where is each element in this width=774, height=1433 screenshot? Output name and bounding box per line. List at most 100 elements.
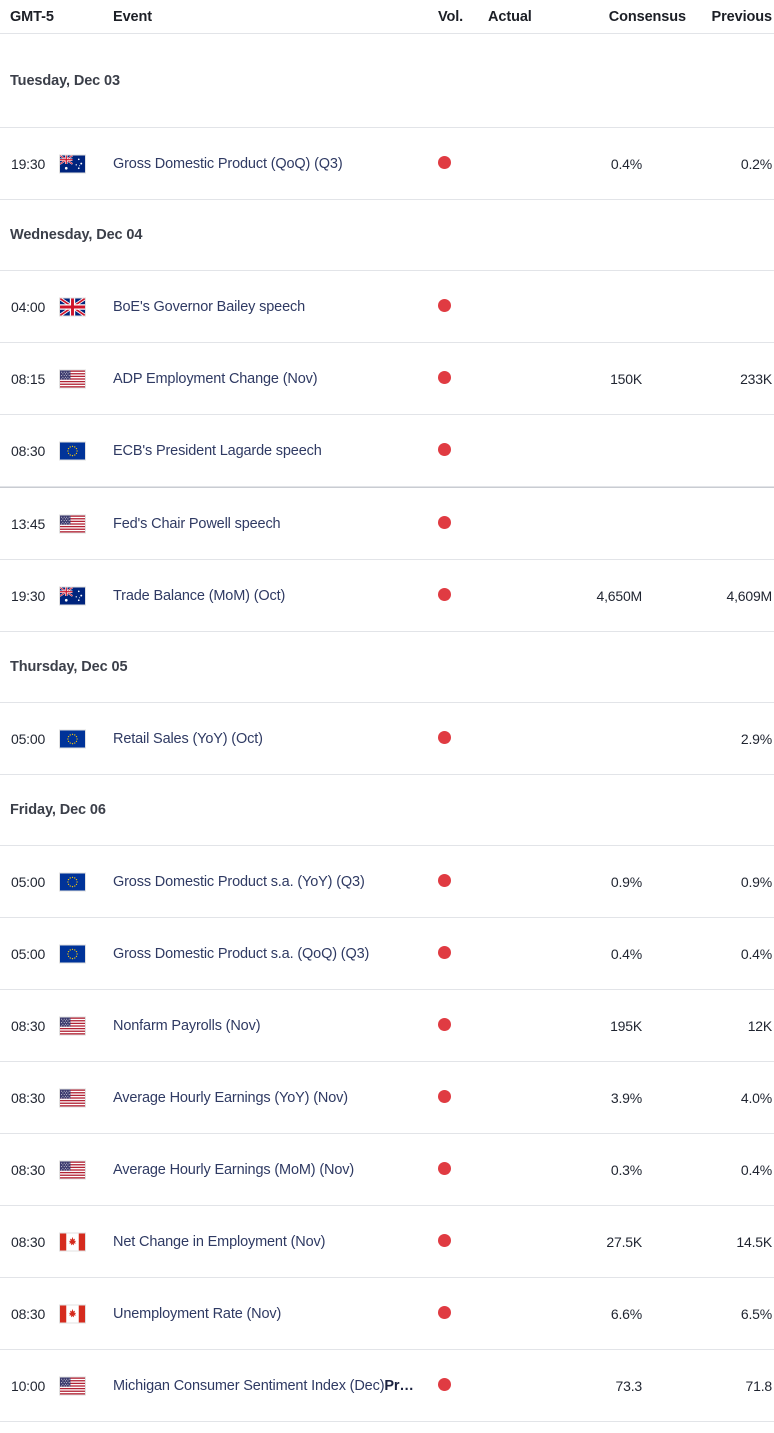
calendar-event-row[interactable]: 08:30 Unemployment Rate (Nov) 6.6% 6.5%	[0, 1278, 774, 1350]
event-name-link[interactable]: BoE's Governor Bailey speech	[113, 299, 305, 315]
flag-united-states-icon	[59, 1376, 86, 1395]
calendar-event-row[interactable]: 08:30	[0, 990, 774, 1062]
event-name-link[interactable]: ADP Employment Change (Nov)	[113, 371, 317, 387]
event-time: 19:30	[11, 587, 46, 604]
calendar-event-row[interactable]: 08:30	[0, 1134, 774, 1206]
event-name-link[interactable]: Gross Domestic Product s.a. (QoQ) (Q3)	[113, 946, 369, 962]
volatility-indicator-high	[438, 298, 454, 315]
event-previous-value: 2.9%	[740, 730, 772, 747]
calendar-event-row[interactable]: 08:15 ADP Employment Change (Nov) 150K 2…	[0, 343, 774, 415]
volatility-indicator-high	[438, 587, 454, 604]
event-time: 05:00	[11, 730, 46, 747]
event-name-suffix: Pr…	[384, 1377, 414, 1394]
volatility-indicator-high	[438, 442, 454, 459]
event-consensus-value: 0.9%	[610, 873, 642, 890]
calendar-event-row[interactable]: 04:00 BoE's Governor Bailey speech	[0, 271, 774, 343]
event-name-link[interactable]: Average Hourly Earnings (YoY) (Nov)	[113, 1090, 348, 1106]
event-name-link[interactable]: ECB's President Lagarde speech	[113, 443, 322, 459]
volatility-dot	[438, 730, 451, 744]
volatility-dot	[438, 1305, 451, 1319]
event-previous-value: 6.5%	[740, 1305, 772, 1322]
volatility-dot	[438, 1377, 451, 1391]
event-name-text: ADP Employment Change (Nov)	[113, 370, 318, 387]
calendar-event-row[interactable]: 08:30	[0, 1062, 774, 1134]
column-header-consensus[interactable]: Consensus	[609, 9, 686, 25]
event-previous-value: 12K	[747, 1017, 773, 1034]
calendar-event-row[interactable]: 13:45 Fed's Chair Powell speech	[0, 487, 774, 560]
day-header-row: Tuesday, Dec 03	[0, 34, 774, 128]
calendar-event-row[interactable]: 08:30 ECB's President Lagarde speech	[0, 415, 774, 487]
volatility-indicator-high	[438, 873, 454, 890]
event-name-link[interactable]: Average Hourly Earnings (MoM) (Nov)	[113, 1162, 354, 1178]
flag-australia-icon	[59, 154, 86, 173]
event-time: 13:45	[11, 515, 46, 532]
event-name-link[interactable]: Trade Balance (MoM) (Oct)	[113, 588, 285, 604]
event-name-link[interactable]: Nonfarm Payrolls (Nov)	[113, 1018, 260, 1034]
event-name-text: Trade Balance (MoM) (Oct)	[113, 587, 286, 604]
event-consensus-value: 0.3%	[610, 1161, 642, 1178]
volatility-indicator-high	[438, 1377, 454, 1394]
calendar-event-row[interactable]: 10:00 Michigan Consumer Sentiment Index …	[0, 1350, 774, 1422]
day-label: Friday, Dec 06	[10, 802, 106, 818]
event-time: 05:00	[11, 873, 46, 890]
event-time: 08:15	[11, 370, 46, 387]
event-time: 08:30	[11, 1161, 46, 1178]
event-previous-value: 0.4%	[740, 945, 772, 962]
column-header-previous[interactable]: Previous	[712, 9, 773, 25]
event-name-link[interactable]: Gross Domestic Product s.a. (YoY) (Q3)	[113, 874, 365, 890]
economic-calendar: GMT-5 Event Vol. Actual Consensus Previo…	[0, 0, 774, 1422]
event-previous-value: 4,609M	[726, 587, 773, 604]
event-consensus-value: 150K	[610, 370, 642, 387]
event-previous-value: 0.4%	[740, 1161, 772, 1178]
column-header-event[interactable]: Event	[113, 9, 152, 25]
volatility-indicator-high	[438, 515, 454, 532]
volatility-dot	[438, 298, 451, 312]
event-previous-value: 71.8	[745, 1377, 773, 1394]
flag-united-kingdom-icon	[59, 297, 86, 316]
volatility-dot	[438, 1233, 451, 1247]
column-header-actual[interactable]: Actual	[488, 9, 532, 25]
day-header-row: Thursday, Dec 05	[0, 632, 774, 703]
event-consensus-value: 27.5K	[606, 1233, 642, 1250]
event-name-text: Nonfarm Payrolls (Nov)	[113, 1017, 261, 1034]
volatility-dot	[438, 587, 451, 601]
calendar-event-row[interactable]: 08:30 Net Change in Employment (Nov) 27.…	[0, 1206, 774, 1278]
event-name-link[interactable]: Net Change in Employment (Nov)	[113, 1234, 325, 1250]
event-consensus-value: 73.3	[615, 1377, 643, 1394]
event-time: 08:30	[11, 1305, 46, 1322]
volatility-dot	[438, 1161, 451, 1175]
event-name-link[interactable]: Michigan Consumer Sentiment Index (Dec)P…	[113, 1378, 414, 1394]
calendar-event-row[interactable]: 05:00 Retail Sales (YoY) (Oct) 2.9%	[0, 703, 774, 775]
flag-united-states-icon	[59, 514, 86, 533]
flag-united-states-icon	[59, 369, 86, 388]
event-previous-value: 0.9%	[740, 873, 772, 890]
flag-australia-icon	[59, 586, 86, 605]
event-consensus-value: 195K	[610, 1017, 642, 1034]
volatility-indicator-high	[438, 945, 454, 962]
event-name-text: Average Hourly Earnings (MoM) (Nov)	[113, 1161, 355, 1178]
calendar-event-row[interactable]: 05:00 Gross Domestic Product s.a. (YoY) …	[0, 846, 774, 918]
calendar-event-row[interactable]: 19:30 Gross Domestic Product (QoQ) (Q3)	[0, 128, 774, 200]
event-previous-value: 4.0%	[740, 1089, 772, 1106]
flag-european-union-icon	[59, 729, 86, 748]
event-name-text: Retail Sales (YoY) (Oct)	[113, 730, 263, 747]
column-header-timezone[interactable]: GMT-5	[10, 9, 54, 25]
volatility-indicator-high	[438, 1305, 454, 1322]
event-name-link[interactable]: Retail Sales (YoY) (Oct)	[113, 731, 263, 747]
event-name-link[interactable]: Unemployment Rate (Nov)	[113, 1306, 281, 1322]
calendar-event-row[interactable]: 19:30 Trade Balance (MoM) (Oct) 4,650M 4…	[0, 560, 774, 632]
calendar-event-row[interactable]: 05:00 Gross Domestic Product s.a. (QoQ) …	[0, 918, 774, 990]
volatility-dot	[438, 945, 451, 959]
flag-canada-icon	[59, 1232, 86, 1251]
event-consensus-value: 0.4%	[610, 155, 642, 172]
event-name-text: Gross Domestic Product (QoQ) (Q3)	[113, 155, 343, 172]
event-time: 19:30	[11, 155, 46, 172]
volatility-dot	[438, 442, 451, 456]
event-name-link[interactable]: Fed's Chair Powell speech	[113, 516, 280, 532]
event-name-link[interactable]: Gross Domestic Product (QoQ) (Q3)	[113, 156, 343, 172]
event-time: 08:30	[11, 1089, 46, 1106]
event-name-text: Average Hourly Earnings (YoY) (Nov)	[113, 1089, 348, 1106]
column-header-volatility[interactable]: Vol.	[438, 9, 463, 25]
volatility-indicator-high	[438, 155, 454, 172]
event-name-text: Gross Domestic Product s.a. (QoQ) (Q3)	[113, 945, 370, 962]
